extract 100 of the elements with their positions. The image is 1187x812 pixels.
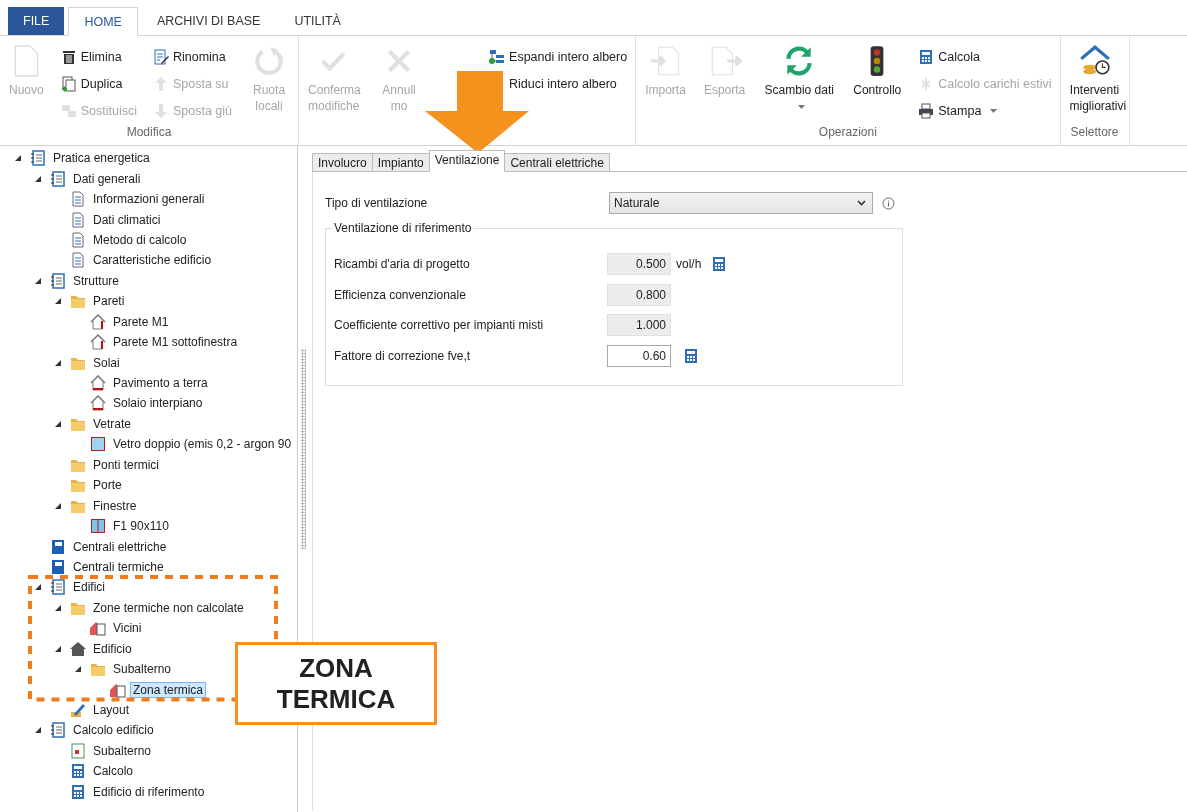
ribbon-button[interactable]: Rinomina — [150, 44, 235, 69]
notebook-icon — [50, 272, 66, 289]
ribbon-button[interactable]: Duplica — [58, 71, 139, 96]
number-field[interactable]: 0.800 — [607, 283, 671, 306]
tree-item[interactable]: Subalterno — [90, 742, 155, 759]
notebook-icon — [50, 722, 66, 739]
ribbon-tab[interactable]: ARCHIVI DI BASE — [141, 7, 276, 35]
tree-item[interactable]: Solai — [90, 354, 123, 371]
tree-item[interactable]: Strutture — [70, 272, 123, 289]
house-icon — [70, 640, 86, 657]
field-label: Fattore di correzione fve,t — [334, 348, 472, 363]
house-icon — [90, 313, 106, 330]
expander-icon[interactable] — [34, 726, 42, 735]
tree-item[interactable]: Vetrate — [90, 415, 135, 432]
expander-icon[interactable] — [54, 501, 62, 510]
tree-item[interactable]: Vetro doppio (emis 0,2 - argon 90 — [110, 436, 295, 453]
house-document-icon — [110, 681, 126, 698]
ribbon-button[interactable]: Controllo — [850, 42, 905, 100]
tree-icon — [489, 48, 506, 65]
tree-item[interactable]: Centrali elettriche — [70, 538, 170, 555]
expander-icon[interactable] — [54, 358, 62, 367]
tab[interactable]: Involucro — [312, 153, 373, 172]
ribbon-tab[interactable]: HOME — [68, 7, 138, 36]
panel-icon — [50, 558, 66, 575]
tree-item[interactable]: Dati generali — [70, 170, 144, 187]
tree-item[interactable]: Dati climatici — [90, 211, 164, 228]
tree-item[interactable]: Pareti — [90, 293, 128, 310]
info-icon[interactable] — [882, 196, 895, 210]
tree-item[interactable]: Ponti termici — [90, 456, 163, 473]
ribbon-button[interactable]: Riduci intero albero — [509, 71, 630, 96]
group-label: Modifica — [126, 125, 172, 139]
trash-icon — [60, 48, 77, 65]
swap-icon — [60, 102, 77, 119]
group-title: Ventilazione di riferimento — [332, 221, 474, 235]
ribbon-button[interactable]: Stampa — [916, 98, 1054, 123]
dropdown[interactable]: Naturale — [609, 192, 873, 214]
document-icon — [70, 191, 86, 208]
ribbon-tab[interactable]: FILE — [8, 7, 65, 35]
tree-item[interactable]: Zona termica — [130, 681, 207, 698]
tree-item[interactable]: Calcolo edificio — [70, 722, 157, 739]
ribbon-tab[interactable]: UTILITÀ — [279, 7, 356, 35]
tree-item[interactable]: Zone termiche non calcolate — [90, 599, 247, 616]
form-icon — [70, 742, 86, 759]
tree-item[interactable]: Pratica energetica — [50, 150, 153, 167]
expander-icon[interactable] — [54, 603, 62, 612]
tree-item[interactable]: Layout — [90, 702, 133, 719]
house-icon — [90, 334, 106, 351]
field-label: Tipo di ventilazione — [325, 196, 429, 210]
group-label: Selettore — [1070, 125, 1119, 139]
expander-icon[interactable] — [54, 419, 62, 428]
splitter-grip[interactable] — [300, 349, 306, 549]
group-label: Operazioni — [818, 125, 877, 139]
tree-item[interactable]: Vicini — [110, 620, 145, 637]
house-icon — [90, 395, 106, 412]
number-field[interactable]: 1.000 — [607, 314, 671, 337]
panel-icon — [50, 538, 66, 555]
calculator-icon — [683, 347, 699, 364]
tree-item[interactable]: Centrali termiche — [70, 558, 167, 575]
ribbon-button[interactable]: Scambio dati — [760, 42, 839, 116]
notebook-icon — [50, 579, 66, 596]
tree-item[interactable]: Edificio — [90, 640, 135, 657]
field-label: Coefficiente correttivo per impianti misti — [334, 318, 545, 333]
tree-item[interactable]: Edificio di riferimento — [90, 783, 208, 800]
expander-icon[interactable] — [54, 644, 62, 653]
ribbon-button[interactable]: Elimina — [58, 44, 139, 69]
tab[interactable]: Impianto — [371, 153, 430, 172]
tree-item[interactable]: Informazioni generali — [90, 191, 208, 208]
tree-item[interactable]: Parete M1 — [110, 313, 172, 330]
number-field[interactable]: 0.500 — [607, 253, 671, 275]
document-icon — [70, 252, 86, 269]
printer-icon — [918, 102, 935, 119]
tree-item[interactable]: Solaio interpiano — [110, 395, 206, 412]
expander-icon[interactable] — [14, 154, 22, 163]
expander-icon[interactable] — [34, 174, 42, 183]
tree-item[interactable]: Metodo di calcolo — [90, 231, 190, 248]
tree-item[interactable]: Subalterno — [110, 661, 175, 678]
number-field[interactable]: 0.60 — [607, 344, 671, 367]
expander-icon[interactable] — [34, 583, 42, 592]
calculator-icon — [918, 48, 935, 65]
pencil-icon — [70, 702, 86, 719]
tree-item[interactable]: F1 90x110 — [110, 518, 172, 535]
tree-item[interactable]: Calcolo — [90, 763, 137, 780]
ribbon-button[interactable]: Espandi intero albero — [487, 44, 630, 69]
tree-item[interactable]: Edifici — [70, 579, 108, 596]
calculator-icon — [70, 783, 86, 800]
tree-item[interactable]: Porte — [90, 477, 125, 494]
expander-icon[interactable] — [54, 297, 62, 306]
calculator-icon — [70, 763, 86, 780]
expander-icon[interactable] — [74, 665, 82, 674]
ribbon-button[interactable]: Calcola — [916, 44, 1054, 69]
tree-item[interactable]: Parete M1 sottofinestra — [110, 334, 241, 351]
tab[interactable]: Ventilazione — [428, 150, 506, 172]
house-clock-icon — [1077, 44, 1112, 78]
tab[interactable]: Centrali elettriche — [504, 153, 610, 172]
window-icon — [90, 518, 106, 535]
tree-item[interactable]: Caratteristiche edificio — [90, 252, 215, 269]
callout: ZONA TERMICA — [235, 642, 437, 725]
tree-item[interactable]: Finestre — [90, 497, 140, 514]
expander-icon[interactable] — [34, 276, 42, 285]
tree-item[interactable]: Pavimento a terra — [110, 375, 211, 392]
